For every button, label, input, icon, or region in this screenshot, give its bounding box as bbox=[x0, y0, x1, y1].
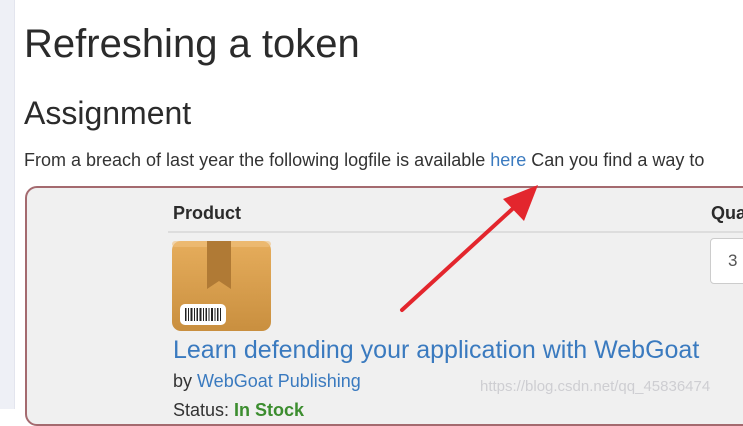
by-label: by bbox=[173, 371, 198, 391]
quantity-input[interactable] bbox=[710, 238, 743, 284]
package-box-icon bbox=[172, 241, 271, 331]
product-status-line: Status: In Stock bbox=[173, 398, 304, 422]
status-value: In Stock bbox=[234, 400, 305, 420]
publisher-link[interactable]: WebGoat Publishing bbox=[197, 371, 361, 391]
product-publisher-line: by WebGoat Publishing bbox=[173, 369, 361, 393]
assignment-text-after-link: Can you find a way to bbox=[526, 150, 705, 170]
assignment-heading: Assignment bbox=[24, 95, 192, 131]
logfile-link[interactable]: here bbox=[490, 150, 526, 170]
left-sidebar-rail bbox=[0, 0, 15, 409]
product-name-link[interactable]: Learn defending your application with We… bbox=[173, 334, 699, 366]
assignment-description: From a breach of last year the following… bbox=[24, 148, 743, 172]
page-title: Refreshing a token bbox=[24, 22, 360, 66]
assignment-text-before-link: From a breach of last year the following… bbox=[24, 150, 491, 170]
column-header-quantity: Qua bbox=[711, 203, 743, 223]
column-header-product: Product bbox=[173, 203, 242, 223]
table-header-divider bbox=[168, 231, 743, 233]
status-label: Status: bbox=[173, 400, 235, 420]
watermark-text: https://blog.csdn.net/qq_45836474 bbox=[480, 378, 711, 395]
